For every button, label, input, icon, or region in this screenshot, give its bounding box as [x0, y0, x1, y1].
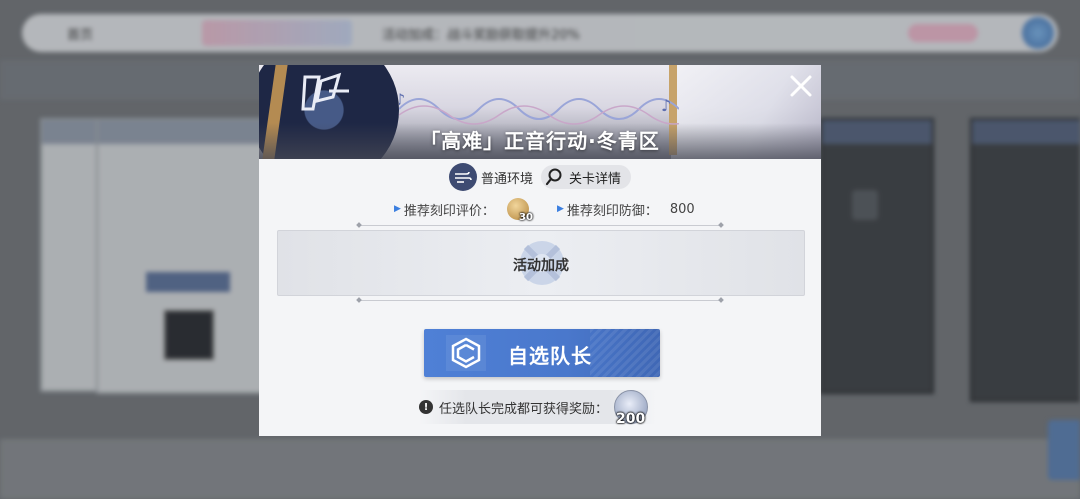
- button-decor: [590, 329, 660, 377]
- stage-detail-button[interactable]: 关卡详情: [541, 165, 632, 189]
- svg-text:♪: ♪: [399, 90, 405, 109]
- stage-modal: ♪ ♪ 「高难」正音行动·冬青区 普通环境 关卡详情 ▶ 推荐刻印评价： 30 …: [259, 65, 821, 436]
- event-bonus-label: 活动加成: [513, 258, 569, 274]
- recommendation-row: ▶ 推荐刻印评价： 30 ▶ 推荐刻印防御： 800: [394, 197, 695, 223]
- close-icon[interactable]: [788, 73, 814, 99]
- triangle-marker-icon: ▶: [556, 204, 564, 214]
- stage-emblem-icon: [301, 72, 349, 111]
- rating-medal-value: 30: [519, 212, 533, 223]
- recommended-defense-value: 800: [669, 201, 695, 217]
- wind-icon: [449, 163, 477, 191]
- reward-currency-icon[interactable]: 200: [614, 390, 649, 427]
- triangle-marker-icon: ▶: [394, 204, 401, 214]
- rating-medal-icon: 30: [506, 198, 533, 223]
- reward-notice-row: ! 任选队长完成都可获得奖励： 200: [419, 390, 657, 427]
- select-leader-button[interactable]: 自选队长: [424, 329, 660, 377]
- environment-label: 普通环境: [481, 171, 534, 187]
- search-icon: [545, 168, 562, 186]
- stage-title: 「高难」正音行动·冬青区: [420, 129, 660, 153]
- reward-notice-text: 任选队长完成都可获得奖励：: [439, 401, 609, 417]
- svg-text:♪: ♪: [661, 96, 671, 115]
- recommended-defense-label: 推荐刻印防御：: [566, 203, 658, 219]
- divider: [359, 300, 721, 301]
- recommended-rating-label: 推荐刻印评价：: [403, 203, 495, 219]
- sound-wave-art: ♪ ♪: [399, 90, 679, 125]
- select-leader-label: 自选队长: [508, 344, 592, 368]
- leader-hex-icon: [446, 335, 486, 371]
- reward-amount: 200: [616, 411, 646, 427]
- info-icon: !: [419, 400, 433, 414]
- event-bonus-panel: 活动加成: [277, 230, 805, 296]
- divider: [359, 225, 721, 226]
- stage-detail-label: 关卡详情: [569, 171, 622, 187]
- environment-row: 普通环境 关卡详情: [449, 163, 632, 191]
